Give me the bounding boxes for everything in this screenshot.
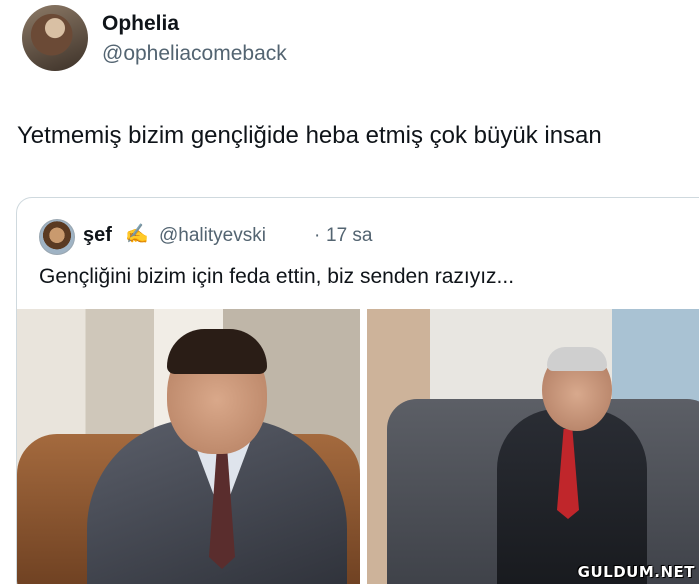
tweet-text: Yetmemiş bizim gençliğide heba etmiş çok… <box>17 122 602 149</box>
author-display-name[interactable]: Ophelia <box>102 12 179 36</box>
separator-dot: · <box>314 225 321 246</box>
writing-hand-emoji-icon: ✍️ <box>125 224 149 245</box>
quoted-media-photo-1[interactable] <box>17 309 360 584</box>
quoted-author-handle[interactable]: @halityevski <box>159 225 266 247</box>
quoted-tweet-timestamp[interactable]: 17 sa <box>326 225 372 247</box>
hair-shape <box>167 329 267 374</box>
watermark: GULDUM.NET <box>577 563 695 581</box>
quoted-tweet[interactable]: şef ✍️ @halityevski · 17 sa Gençliğini b… <box>16 197 699 584</box>
quoted-author-display-name[interactable]: şef <box>83 224 112 247</box>
quoted-author-avatar[interactable] <box>39 219 75 255</box>
author-avatar[interactable] <box>22 5 88 71</box>
tweet: Ophelia @opheliacomeback Yetmemiş bizim … <box>0 0 699 584</box>
quoted-media-photo-2[interactable] <box>367 309 699 584</box>
hair-shape <box>547 347 607 371</box>
author-handle[interactable]: @opheliacomeback <box>102 42 287 66</box>
quoted-tweet-text: Gençliğini bizim için feda ettin, biz se… <box>39 265 515 288</box>
